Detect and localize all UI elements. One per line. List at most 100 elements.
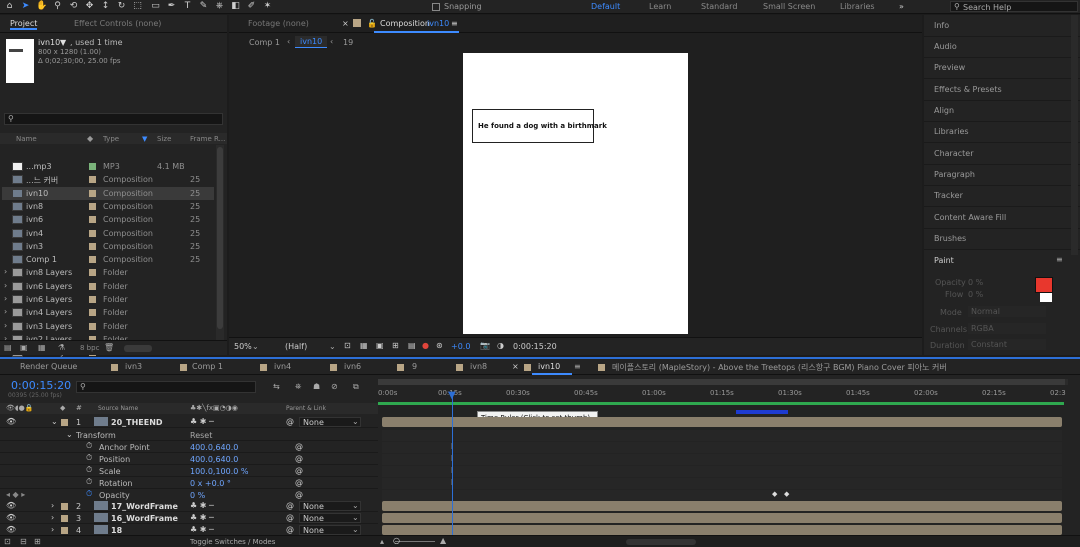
project-item[interactable]: ivn6 Composition 25 (2, 213, 214, 226)
layer-switches-icon[interactable]: ♣ ✱ ─ (190, 501, 214, 510)
expand-chevron-icon[interactable]: › (51, 525, 54, 534)
col-frame-rate[interactable]: Frame R... (190, 135, 225, 143)
label-swatch[interactable] (89, 296, 96, 303)
tab-effect-controls[interactable]: Effect Controls (none) (74, 19, 161, 28)
panel-menu-icon[interactable]: ≡ (1056, 255, 1063, 264)
puppet-pin-icon[interactable]: ✶ (262, 1, 273, 12)
layer-duration-bar[interactable] (382, 417, 1062, 427)
toggle-switches-modes[interactable]: Toggle Switches / Modes (190, 538, 275, 546)
project-item[interactable]: ivn3 Composition 25 (2, 240, 214, 253)
bpc-label[interactable]: 8 bpc (80, 344, 99, 352)
paint-foreground-color[interactable] (1035, 277, 1053, 293)
parent-select[interactable]: None ⌄ (299, 525, 361, 535)
expression-pickwhip-icon[interactable]: @ (295, 466, 303, 475)
brush-tool-icon[interactable]: ✎ (198, 1, 209, 12)
roto-brush-icon[interactable]: ✐ (246, 1, 257, 12)
tab-composition-name[interactable]: ivn10 (427, 19, 449, 28)
expand-chevron-icon[interactable]: › (4, 294, 7, 303)
label-swatch[interactable] (61, 515, 68, 522)
layer-name[interactable]: 20_THEEND (111, 418, 163, 427)
snapping-checkbox[interactable] (432, 3, 440, 11)
layer-duration-bar[interactable] (382, 513, 1062, 523)
visibility-eye-icon[interactable]: 👁 (6, 513, 16, 522)
visibility-eye-icon[interactable]: 👁 (6, 525, 16, 534)
search-help-field[interactable]: ⚲ Search Help (950, 1, 1078, 12)
project-item[interactable]: › ivn8 Layers Folder (2, 266, 214, 279)
stopwatch-icon[interactable]: ⏱ (86, 489, 92, 499)
paint-opacity-value[interactable]: 0 % (968, 278, 983, 287)
layer-row[interactable]: 👁 › 2 17_WordFrame ♣ ✱ ─ @ None ⌄ (0, 500, 378, 512)
col-parent-link[interactable]: Parent & Link (286, 405, 326, 412)
expand-chevron-icon[interactable]: › (51, 513, 54, 522)
lock-icon[interactable]: 🔓 (367, 19, 377, 28)
expression-pickwhip-icon[interactable]: @ (295, 478, 303, 487)
visibility-eye-icon[interactable]: 👁 (6, 417, 16, 426)
transform-property-row[interactable]: ⏱ Rotation 0 x +0.0 ° @ (0, 477, 378, 489)
paint-channels-select[interactable]: RGBA (968, 323, 1046, 334)
panel-libraries[interactable]: Libraries (934, 127, 969, 136)
snapshot-icon[interactable]: 📷 (480, 341, 490, 350)
zoom-select[interactable]: 50% (234, 342, 252, 351)
project-item[interactable]: › ivn6 Layers Folder (2, 280, 214, 293)
property-value[interactable]: 0 x +0.0 ° (190, 479, 231, 488)
project-scrollbar[interactable] (216, 145, 224, 340)
type-tool-icon[interactable]: T (182, 1, 193, 12)
expand-chevron-icon[interactable]: ⌄ (51, 417, 58, 426)
layer-switches-icon[interactable]: ♣✱╲fx▣◔◑◉ (190, 404, 238, 412)
parent-pickwhip-icon[interactable]: @ (286, 513, 294, 522)
label-swatch[interactable] (89, 189, 96, 197)
project-item[interactable]: ...mp3 MP3 4.1 MB (2, 160, 214, 173)
transform-property-row[interactable]: ⏱ Position 400.0,640.0 @ (0, 453, 378, 465)
region-of-interest-icon[interactable]: ⊡ (344, 341, 351, 350)
layer-name[interactable]: 16_WordFrame (111, 514, 178, 523)
crumb-ivn10[interactable]: ivn10 (295, 36, 328, 48)
trash-icon[interactable]: 🗑 (104, 343, 114, 352)
timeline-h-scrollbar[interactable] (626, 539, 696, 545)
selection-tool-icon[interactable]: ➤ (20, 1, 31, 12)
label-swatch[interactable] (89, 163, 96, 170)
time-ruler[interactable]: 0:00s 00:15s 00:30s 00:45s 01:00s 01:15s… (378, 386, 1068, 402)
panel-brushes[interactable]: Brushes (934, 234, 966, 243)
dropdown-arrow-icon[interactable]: ▼ (60, 38, 66, 47)
guides-icon[interactable]: ⊞ (392, 341, 399, 350)
label-swatch[interactable] (89, 176, 96, 184)
paint-mode-select[interactable]: Normal (968, 306, 1046, 317)
expand-chevron-icon[interactable]: › (4, 267, 7, 276)
tab-ivn8[interactable]: ivn8 (470, 362, 487, 371)
panel-menu-icon[interactable]: ≡ (574, 362, 581, 371)
project-item[interactable]: ivn4 Composition 25 (2, 227, 214, 240)
tab-composition[interactable]: Composition (380, 19, 430, 28)
tab-render-queue[interactable]: Render Queue (20, 362, 77, 371)
keyframe-nav-icon[interactable]: ◂ ◆ ▸ (6, 490, 25, 499)
col-size[interactable]: Size (157, 135, 171, 143)
timeline-current-time[interactable]: 0:00:15:20 (11, 379, 71, 392)
workspace-libraries[interactable]: Libraries (840, 2, 875, 11)
label-column-icon[interactable]: ◆ (87, 134, 93, 143)
layer-number-icon[interactable]: # (76, 404, 82, 412)
expand-chevron-icon[interactable]: › (4, 281, 7, 290)
label-swatch[interactable] (61, 503, 68, 510)
project-item[interactable]: Comp 1 Composition 25 (2, 253, 214, 266)
shy-layers-icon[interactable]: ☗ (313, 382, 320, 391)
expression-pickwhip-icon[interactable]: @ (295, 454, 303, 463)
render-time-icon[interactable]: ⊡ (4, 537, 11, 546)
expression-pickwhip-icon[interactable]: @ (295, 490, 303, 499)
project-item[interactable]: › ivn3 Layers Folder (2, 320, 214, 333)
paint-duration-select[interactable]: Constant (968, 339, 1046, 350)
transform-reset[interactable]: Reset (190, 431, 212, 440)
expand-chevron-icon[interactable]: ⌄ (66, 430, 73, 439)
expression-pickwhip-icon[interactable]: @ (295, 442, 303, 451)
graph-editor-icon[interactable]: ⧉ (353, 382, 359, 392)
stopwatch-icon[interactable]: ⏱ (86, 465, 92, 475)
hand-tool-icon[interactable]: ✋ (36, 1, 47, 12)
panel-info[interactable]: Info (934, 21, 949, 30)
tab-maplestory[interactable]: 메이플스토리 (MapleStory) - Above the Treetops… (612, 362, 947, 373)
stopwatch-icon[interactable]: ⏱ (86, 453, 92, 463)
label-swatch[interactable] (89, 242, 96, 250)
visibility-eye-icon[interactable]: 👁 (6, 501, 16, 510)
tab-ivn4[interactable]: ivn4 (274, 362, 291, 371)
exposure-icon[interactable]: ⊛ (436, 341, 443, 350)
collapse-pane-icon[interactable]: ⊞ (34, 537, 41, 546)
new-comp-icon[interactable]: ▦ (38, 343, 46, 352)
panel-content-aware-fill[interactable]: Content Aware Fill (934, 213, 1006, 222)
